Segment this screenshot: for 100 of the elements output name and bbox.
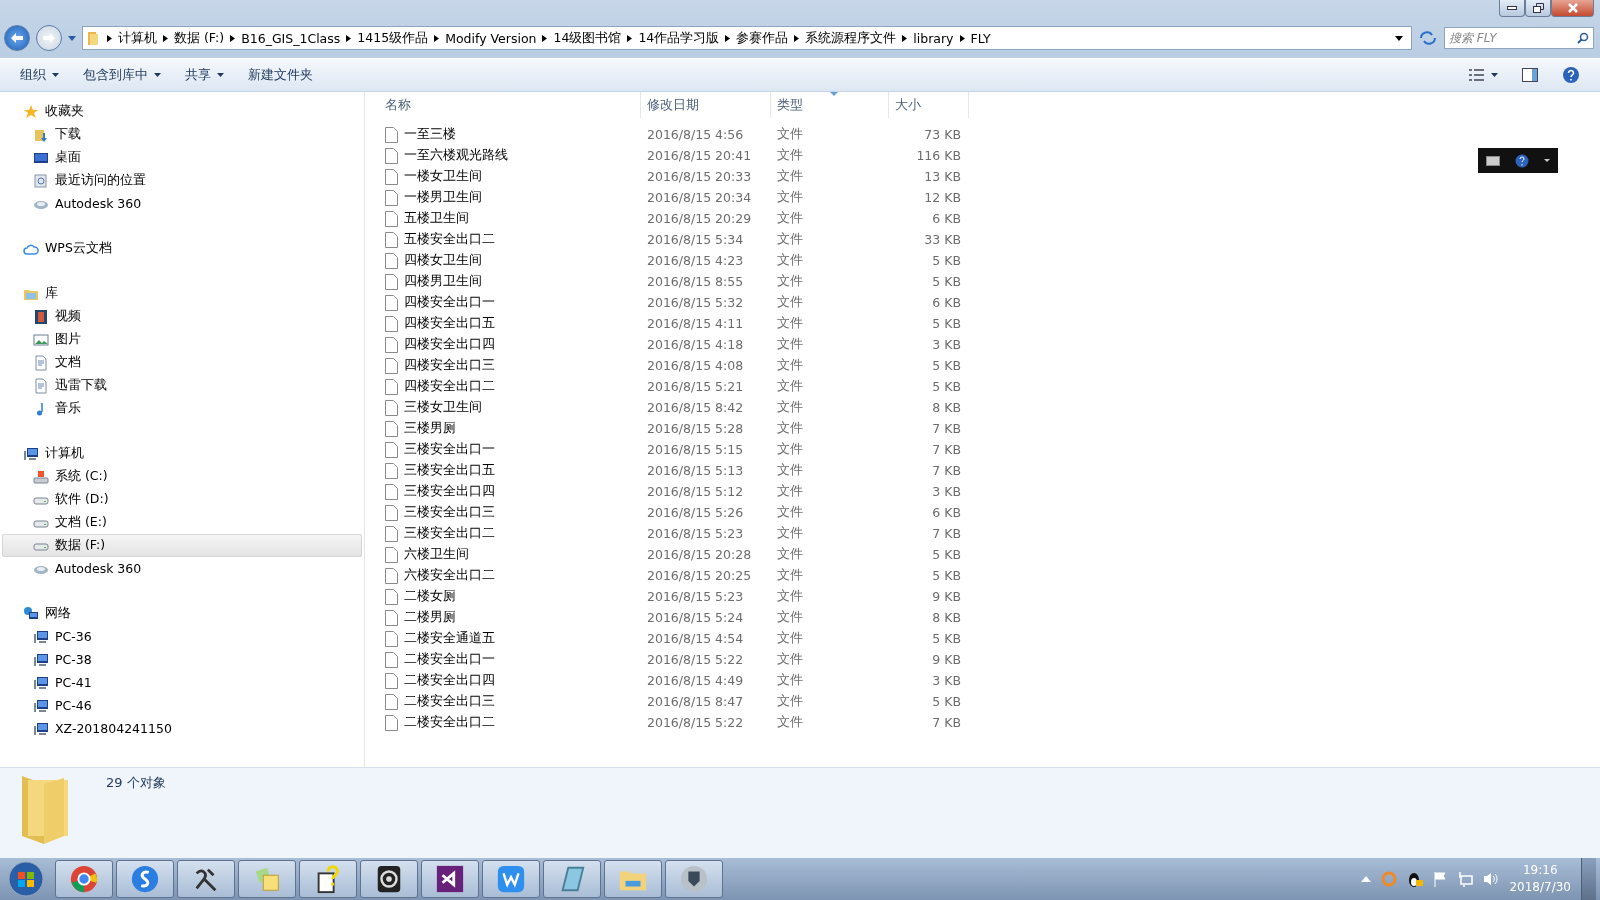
sidebar-item[interactable]: 网络: [2, 602, 362, 625]
file-name[interactable]: 五楼安全出口二: [404, 231, 495, 248]
file-name[interactable]: 二楼安全出口一: [404, 651, 495, 668]
taskbar-app-button[interactable]: [177, 860, 235, 898]
file-name[interactable]: 一至六楼观光路线: [404, 147, 508, 164]
file-name[interactable]: 五楼卫生间: [404, 210, 469, 227]
penguin-icon[interactable]: [1407, 870, 1424, 888]
sidebar-item[interactable]: WPS云文档: [2, 237, 362, 260]
toolbar-button[interactable]: 新建文件夹: [238, 62, 323, 88]
toolbar-button[interactable]: 共享: [175, 62, 234, 88]
taskbar-app-button[interactable]: [299, 860, 357, 898]
sidebar-item[interactable]: 最近访问的位置: [2, 169, 362, 192]
sidebar-item[interactable]: 库: [2, 282, 362, 305]
sidebar-item[interactable]: 桌面: [2, 146, 362, 169]
speaker-icon[interactable]: [1483, 871, 1500, 887]
sidebar-item[interactable]: PC-46: [2, 694, 362, 717]
sidebar-item[interactable]: 软件 (D:): [2, 488, 362, 511]
file-name[interactable]: 四楼安全出口三: [404, 357, 495, 374]
sidebar-item[interactable]: 文档: [2, 351, 362, 374]
file-name[interactable]: 一楼女卫生间: [404, 168, 482, 185]
sidebar-item[interactable]: Autodesk 360: [2, 192, 362, 215]
show-desktop-button[interactable]: [1581, 858, 1596, 900]
breadcrumb[interactable]: 参赛作品: [736, 29, 789, 47]
file-icon: [385, 273, 398, 290]
file-name[interactable]: 三楼女卫生间: [404, 399, 482, 416]
file-name[interactable]: 四楼安全出口四: [404, 336, 495, 353]
file-name[interactable]: 二楼安全出口二: [404, 714, 495, 731]
file-name[interactable]: 六楼卫生间: [404, 546, 469, 563]
sidebar-item[interactable]: 音乐: [2, 397, 362, 420]
taskbar-app-button[interactable]: [360, 860, 418, 898]
tray-expand-icon[interactable]: [1361, 876, 1372, 882]
taskbar-app-button[interactable]: [665, 860, 723, 898]
file-name[interactable]: 三楼男厕: [404, 420, 456, 437]
file-name[interactable]: 一楼男卫生间: [404, 189, 482, 206]
breadcrumb[interactable]: 计算机: [118, 29, 157, 47]
minimize-button[interactable]: [1499, 0, 1525, 17]
address-bar[interactable]: 计算机 数据 (F:) B16_GIS_1Class 1415级作品 Modify Version 14级图书馆 14作品学习版 参赛作品 系统源程序文件 library FLY: [82, 26, 1412, 50]
breadcrumb[interactable]: 1415级作品: [357, 29, 429, 47]
sidebar-item[interactable]: 数据 (F:): [2, 534, 362, 557]
breadcrumb[interactable]: B16_GIS_1Class: [241, 30, 341, 46]
sidebar-item[interactable]: 系统 (C:): [2, 465, 362, 488]
file-name[interactable]: 六楼安全出口二: [404, 567, 495, 584]
file-name[interactable]: 三楼安全出口一: [404, 441, 495, 458]
breadcrumb[interactable]: 数据 (F:): [174, 29, 225, 47]
search-field[interactable]: 搜索 FLY: [1444, 27, 1594, 49]
chevron-icon: [725, 34, 731, 42]
sidebar-item[interactable]: 图片: [2, 328, 362, 351]
file-name[interactable]: 四楼女卫生间: [404, 252, 482, 269]
file-name[interactable]: 一至三楼: [404, 126, 456, 143]
network-icon[interactable]: [1457, 871, 1474, 887]
dropdown-caret-icon[interactable]: [1395, 35, 1403, 41]
breadcrumb[interactable]: 14作品学习版: [638, 29, 720, 47]
sidebar-item[interactable]: 视频: [2, 305, 362, 328]
sidebar-item[interactable]: 迅雷下载: [2, 374, 362, 397]
breadcrumb[interactable]: 系统源程序文件: [805, 29, 897, 47]
toolbar-button[interactable]: 组织: [10, 62, 69, 88]
toolbar-button[interactable]: 包含到库中: [73, 62, 171, 88]
file-size: 7 KB: [932, 715, 961, 730]
forward-button[interactable]: [36, 25, 62, 51]
close-button[interactable]: [1551, 0, 1594, 17]
file-name[interactable]: 四楼安全出口二: [404, 378, 495, 395]
breadcrumb[interactable]: FLY: [970, 30, 991, 46]
input-toolbar[interactable]: [1478, 148, 1558, 173]
refresh-icon[interactable]: [1418, 29, 1438, 47]
breadcrumb[interactable]: library: [913, 30, 954, 46]
file-name[interactable]: 二楼女厕: [404, 588, 456, 605]
column-header[interactable]: 大小: [889, 92, 969, 118]
file-name[interactable]: 二楼安全出口四: [404, 672, 495, 689]
file-type: 文件: [777, 399, 803, 416]
file-name[interactable]: 三楼安全出口二: [404, 525, 495, 542]
breadcrumb[interactable]: 14级图书馆: [553, 29, 622, 47]
file-name[interactable]: 二楼安全出口三: [404, 693, 495, 710]
sidebar-item[interactable]: PC-38: [2, 648, 362, 671]
sidebar-item[interactable]: 收藏夹: [2, 100, 362, 123]
sidebar-item[interactable]: 文档 (E:): [2, 511, 362, 534]
file-name[interactable]: 四楼安全出口五: [404, 315, 495, 332]
file-name[interactable]: 二楼男厕: [404, 609, 456, 626]
history-caret-icon[interactable]: [68, 35, 76, 41]
sidebar-item[interactable]: 计算机: [2, 442, 362, 465]
flag-icon[interactable]: [1433, 871, 1448, 887]
file-name[interactable]: 四楼安全出口一: [404, 294, 495, 311]
column-header[interactable]: 类型: [771, 92, 889, 118]
taskbar-app-button[interactable]: [421, 860, 479, 898]
file-name[interactable]: 三楼安全出口五: [404, 462, 495, 479]
restore-button[interactable]: [1525, 0, 1551, 17]
file-name[interactable]: 三楼安全出口四: [404, 483, 495, 500]
sidebar-item[interactable]: PC-36: [2, 625, 362, 648]
column-header[interactable]: 名称: [379, 92, 641, 118]
file-icon: [385, 441, 398, 458]
sidebar-item[interactable]: XZ-201804241150: [2, 717, 362, 740]
file-name[interactable]: 四楼男卫生间: [404, 273, 482, 290]
sidebar-item[interactable]: Autodesk 360: [2, 557, 362, 580]
file-name[interactable]: 三楼安全出口三: [404, 504, 495, 521]
back-button[interactable]: [4, 25, 30, 51]
file-name[interactable]: 二楼安全通道五: [404, 630, 495, 647]
sidebar-item[interactable]: 下载: [2, 123, 362, 146]
sidebar-item[interactable]: PC-41: [2, 671, 362, 694]
breadcrumb[interactable]: Modify Version: [445, 30, 537, 46]
color-ring-icon[interactable]: [1381, 871, 1398, 887]
column-header[interactable]: 修改日期: [641, 92, 771, 118]
